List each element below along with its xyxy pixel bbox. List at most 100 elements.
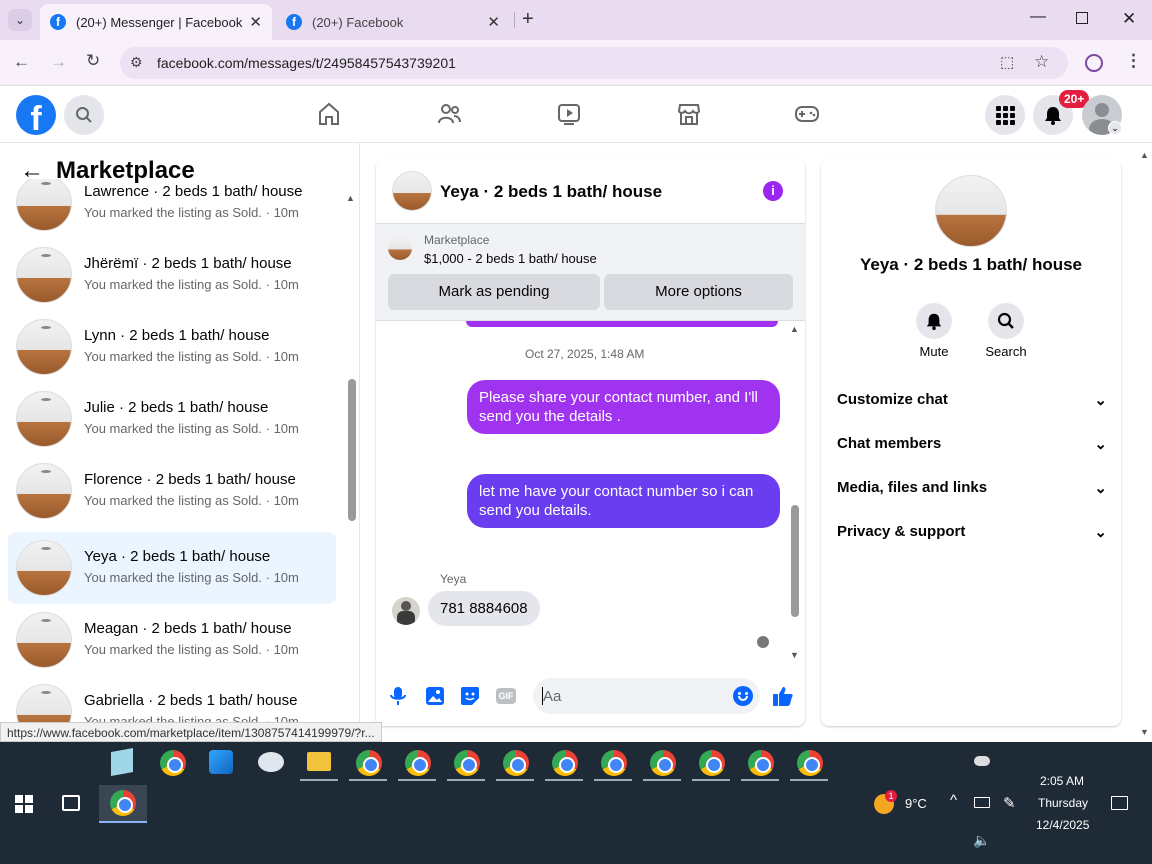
search-button[interactable] (64, 95, 104, 135)
conversation-item[interactable]: Jhërëmï · 2 beds 1 bath/ house You marke… (8, 239, 336, 311)
scroll-up-arrow[interactable]: ▲ (790, 324, 799, 334)
search-chat-button[interactable] (988, 303, 1024, 339)
privacy-support-section[interactable]: Privacy & support ⌄ (837, 523, 1107, 541)
network-icon[interactable] (974, 797, 990, 808)
scrollbar-thumb[interactable] (348, 379, 356, 521)
home-icon[interactable] (316, 101, 342, 132)
listing-thumbnail (16, 463, 72, 519)
chrome-profile-icon[interactable] (552, 750, 578, 776)
reload-icon[interactable]: ↻ (86, 51, 100, 71)
address-bar[interactable]: ⚙ facebook.com/messages/t/24958457543739… (120, 47, 1068, 79)
chrome-profile-icon[interactable] (650, 750, 676, 776)
thumbs-up-icon[interactable] (772, 685, 794, 712)
bookmark-star-icon[interactable]: ☆ (1034, 52, 1049, 72)
chat-members-section[interactable]: Chat members ⌄ (837, 435, 1107, 453)
start-windows-icon[interactable] (15, 795, 33, 813)
chrome-profile-icon[interactable] (748, 750, 774, 776)
received-message[interactable]: 781 8884608 (428, 591, 540, 626)
gaming-icon[interactable] (794, 101, 820, 132)
photos-icon[interactable] (209, 750, 233, 774)
new-tab-button[interactable]: + (522, 8, 534, 31)
info-icon[interactable]: i (763, 181, 783, 201)
conversation-item-selected[interactable]: Yeya · 2 beds 1 bath/ house You marked t… (8, 532, 336, 604)
clock-date[interactable]: 12/4/2025 (1036, 818, 1089, 832)
chrome-profile-icon[interactable] (797, 750, 823, 776)
taskbar-chrome-active[interactable] (99, 785, 147, 823)
facebook-favicon-icon: f (286, 14, 302, 30)
chrome-profile-icon[interactable] (601, 750, 627, 776)
chrome-profile-icon[interactable] (699, 750, 725, 776)
menu-grid-button[interactable] (985, 95, 1025, 135)
menu-kebab-icon[interactable]: ⋮ (1125, 51, 1142, 71)
gif-icon[interactable]: GIF (496, 688, 516, 704)
conversation-item[interactable]: Lynn · 2 beds 1 bath/ house You marked t… (8, 311, 336, 383)
back-arrow-icon[interactable]: ← (13, 52, 30, 72)
paint-icon[interactable] (258, 752, 284, 772)
clock-day[interactable]: Thursday (1038, 796, 1088, 810)
message-input[interactable]: Aa (533, 678, 760, 714)
chrome-profile-icon[interactable] (405, 750, 431, 776)
page-scroll-up-arrow[interactable]: ▲ (1140, 150, 1149, 160)
conversation-item[interactable]: Lawrence · 2 beds 1 bath/ house You mark… (8, 179, 336, 239)
more-options-button[interactable]: More options (604, 274, 793, 310)
mark-pending-button[interactable]: Mark as pending (388, 274, 600, 310)
emoji-icon[interactable] (733, 686, 753, 706)
chat-title[interactable]: Yeya · 2 beds 1 bath/ house (440, 182, 662, 202)
scroll-down-arrow[interactable]: ▼ (790, 650, 799, 660)
file-explorer-icon[interactable] (307, 752, 331, 771)
volume-icon[interactable]: 🔈 (973, 832, 990, 849)
chrome-icon[interactable] (160, 750, 186, 776)
close-window-button[interactable]: ✕ (1122, 9, 1136, 29)
show-hidden-icons-chevron[interactable]: ^ (950, 792, 957, 809)
tab-facebook[interactable]: f (20+) Facebook ✕ (276, 4, 510, 40)
forward-arrow-icon[interactable]: → (50, 52, 67, 72)
close-icon[interactable]: ✕ (249, 13, 262, 31)
photo-icon[interactable] (425, 686, 445, 711)
customize-chat-section[interactable]: Customize chat ⌄ (837, 391, 1107, 409)
onedrive-cloud-icon[interactable] (974, 756, 990, 766)
conversation-name: Lynn · 2 beds 1 bath/ house (84, 327, 270, 344)
minimize-button[interactable]: — (1030, 8, 1046, 26)
microphone-icon[interactable] (390, 686, 406, 711)
listing-thumbnail (16, 612, 72, 668)
tab-title: (20+) Facebook (312, 14, 404, 30)
chat-timestamp: Oct 27, 2025, 1:48 AM (525, 347, 645, 361)
site-info-icon[interactable]: ⚙ (130, 54, 143, 71)
sent-message[interactable]: Please share your contact number, and I'… (467, 380, 780, 434)
pen-icon[interactable]: ✎ (1003, 794, 1016, 812)
scroll-up-arrow[interactable]: ▲ (346, 193, 355, 203)
profile-icon[interactable] (1085, 54, 1103, 72)
conversation-item[interactable]: Florence · 2 beds 1 bath/ house You mark… (8, 455, 336, 527)
mute-label: Mute (919, 344, 949, 359)
account-chevron-icon[interactable]: ⌄ (1108, 121, 1122, 135)
notepad-icon[interactable] (111, 748, 133, 776)
task-view-icon[interactable] (62, 795, 80, 811)
friends-icon[interactable] (436, 101, 462, 132)
page-scroll-down-arrow[interactable]: ▼ (1140, 727, 1149, 737)
marketplace-icon[interactable] (676, 101, 702, 132)
mute-button[interactable] (916, 303, 952, 339)
facebook-logo-icon[interactable]: f (16, 95, 56, 135)
close-icon[interactable]: ✕ (487, 13, 500, 31)
chat-scrollbar-thumb[interactable] (791, 505, 799, 617)
notifications-icon[interactable] (1111, 796, 1128, 810)
chrome-profile-icon[interactable] (503, 750, 529, 776)
clock-time[interactable]: 2:05 AM (1040, 774, 1084, 788)
conversation-item[interactable]: Julie · 2 beds 1 bath/ house You marked … (8, 383, 336, 455)
tab-messenger[interactable]: f (20+) Messenger | Facebook ✕ (40, 4, 272, 40)
conversation-name: Yeya · 2 beds 1 bath/ house (84, 548, 271, 565)
chrome-profile-icon[interactable] (454, 750, 480, 776)
weather-temp[interactable]: 9°C (905, 796, 927, 811)
sent-message[interactable]: let me have your contact number so i can… (467, 474, 780, 528)
video-icon[interactable] (556, 101, 582, 132)
section-label: Privacy & support (837, 523, 966, 540)
conversation-item[interactable]: Meagan · 2 beds 1 bath/ house You marked… (8, 604, 336, 676)
sticker-icon[interactable] (460, 686, 480, 711)
chrome-profile-icon[interactable] (356, 750, 382, 776)
install-app-icon[interactable]: ⬚ (1000, 53, 1014, 71)
facebook-favicon-icon: f (50, 14, 66, 30)
listing-desc[interactable]: $1,000 - 2 beds 1 bath/ house (424, 251, 597, 266)
media-files-links-section[interactable]: Media, files and links ⌄ (837, 479, 1107, 497)
restore-button[interactable] (1076, 12, 1088, 24)
tab-search-button[interactable]: ⌄ (8, 9, 32, 31)
